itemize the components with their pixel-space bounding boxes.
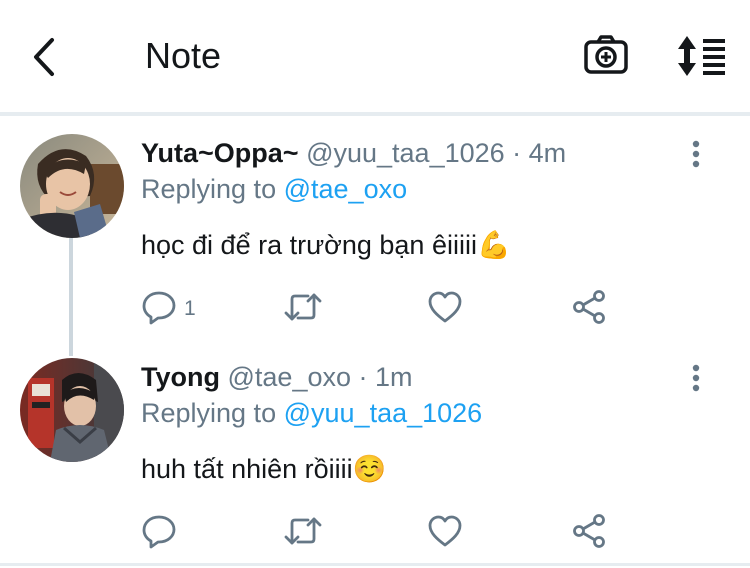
app-header: Note <box>0 0 750 112</box>
mention-link[interactable]: @tae_oxo <box>284 174 408 204</box>
share-icon <box>573 290 605 324</box>
reply-icon <box>142 291 176 325</box>
chevron-left-icon <box>34 38 54 76</box>
sort-list-icon <box>678 36 725 76</box>
author-handle[interactable]: @tae_oxo <box>228 362 352 392</box>
like-button[interactable] <box>427 290 463 324</box>
like-button[interactable] <box>427 514 463 548</box>
share-button[interactable] <box>571 513 607 549</box>
header-divider <box>0 112 750 116</box>
tweet-meta: Tyong @tae_oxo · 1m <box>141 361 413 393</box>
more-vertical-icon <box>692 140 700 168</box>
replying-to: Replying to @yuu_taa_1026 <box>141 397 482 429</box>
tweet-actions: 1 <box>0 286 750 330</box>
retweet-button[interactable] <box>284 291 322 323</box>
tweet-text: huh tất nhiên rồiiii☺️ <box>141 454 387 484</box>
reply-icon <box>142 515 176 549</box>
heart-icon <box>428 515 462 547</box>
retweet-button[interactable] <box>284 515 322 547</box>
share-icon <box>573 514 605 548</box>
replying-to: Replying to @tae_oxo <box>141 173 407 205</box>
camera-button[interactable] <box>582 34 630 78</box>
more-button[interactable] <box>686 363 706 397</box>
page-title: Note <box>145 35 222 76</box>
reply-button[interactable] <box>141 289 177 325</box>
sort-button[interactable] <box>675 34 729 78</box>
replying-to-label: Replying to <box>141 398 277 428</box>
back-button[interactable] <box>28 36 64 78</box>
more-button[interactable] <box>686 139 706 173</box>
tweet-actions <box>0 510 750 554</box>
camera-plus-icon <box>584 35 628 74</box>
tweet-time: · 1m <box>358 362 413 392</box>
reply-button[interactable] <box>141 513 177 549</box>
mention-link[interactable]: @yuu_taa_1026 <box>284 398 483 428</box>
avatar[interactable] <box>20 358 124 462</box>
tweet-text: học đi để ra trường bạn êiiiii💪 <box>141 230 511 260</box>
author-handle[interactable]: @yuu_taa_1026 <box>306 138 505 168</box>
more-vertical-icon <box>692 364 700 392</box>
author-name[interactable]: Yuta~Oppa~ <box>141 138 299 168</box>
tweet-meta: Yuta~Oppa~ @yuu_taa_1026 · 4m <box>141 137 566 169</box>
reply-count: 1 <box>184 297 196 320</box>
tweet-time: · 4m <box>512 138 567 168</box>
share-button[interactable] <box>571 289 607 325</box>
author-name[interactable]: Tyong <box>141 362 220 392</box>
avatar[interactable] <box>20 134 124 238</box>
retweet-icon <box>284 293 322 321</box>
retweet-icon <box>284 517 322 545</box>
heart-icon <box>428 291 462 323</box>
replying-to-label: Replying to <box>141 174 277 204</box>
bottom-divider <box>0 563 750 566</box>
